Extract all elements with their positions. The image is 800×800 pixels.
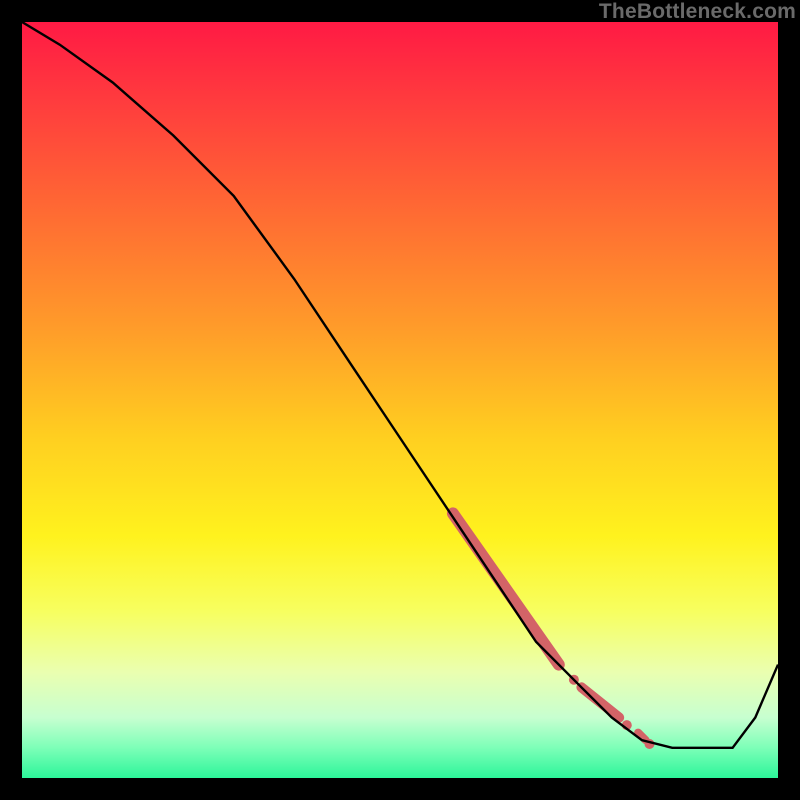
gradient-background [22,22,778,778]
chart-frame [22,22,778,778]
chart-canvas [22,22,778,778]
watermark-text: TheBottleneck.com [599,0,796,24]
